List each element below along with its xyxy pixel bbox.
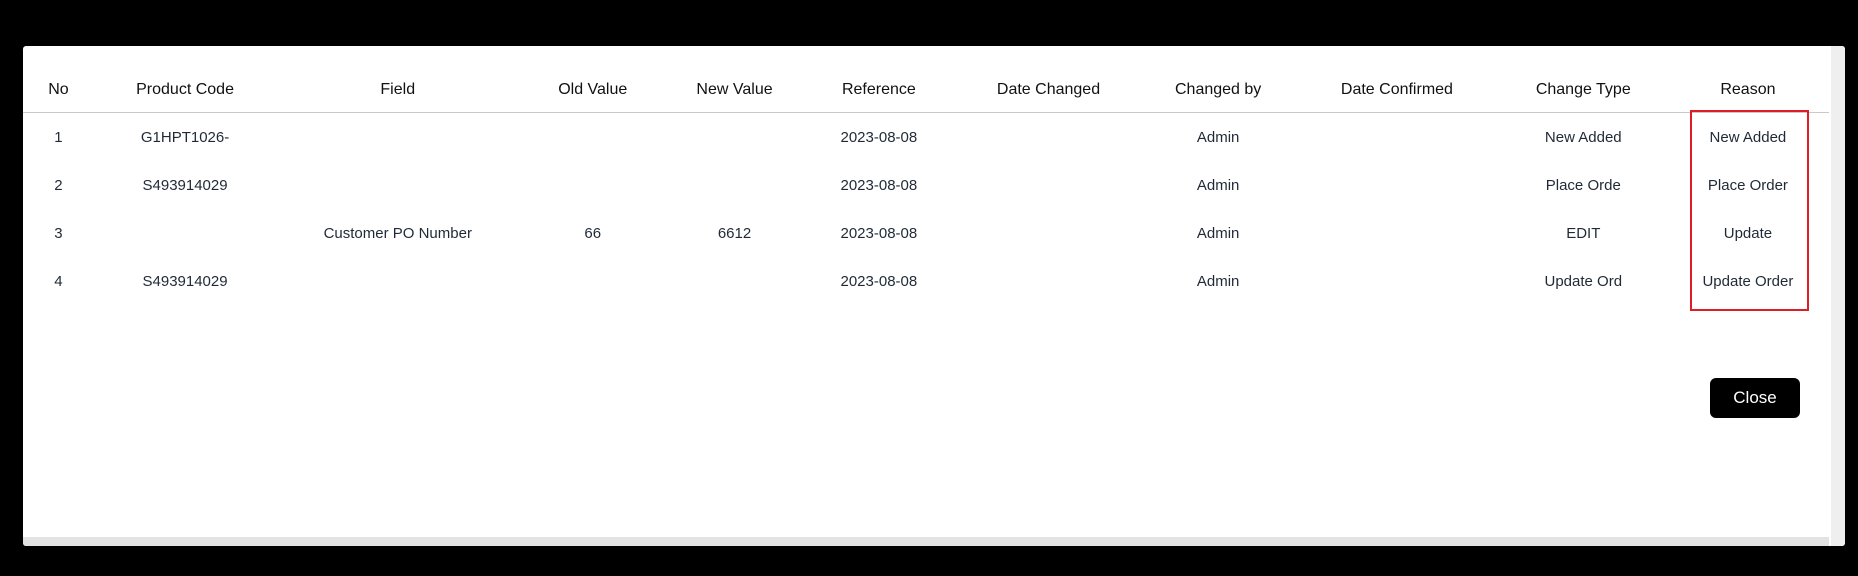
cell-changed-by: Admin: [1196, 176, 1240, 194]
change-history-modal: No Product Code Field Old Value New Valu…: [23, 46, 1845, 546]
cell-field: [276, 257, 519, 305]
cell-date-changed: [955, 209, 1142, 257]
header-reason: Reason: [1666, 68, 1829, 113]
cell-new-value: 6612: [717, 224, 752, 242]
cell-old-value: [519, 113, 666, 162]
header-date-confirmed: Date Confirmed: [1294, 68, 1500, 113]
header-reference: Reference: [802, 68, 955, 113]
cell-change-type: EDIT: [1566, 224, 1601, 242]
cell-new-value: [666, 257, 803, 305]
cell-old-value: [519, 257, 666, 305]
cell-new-value: [666, 161, 803, 209]
cell-field: [276, 113, 519, 162]
cell-no: 3: [54, 224, 63, 242]
cell-date-confirmed: [1294, 257, 1500, 305]
cell-no: 1: [54, 128, 63, 146]
cell-reason: Place Order: [1707, 176, 1788, 194]
table-row: 2 S493914029 2023-08-08 Admin Place Orde…: [23, 161, 1829, 209]
cell-reference: 2023-08-08: [840, 128, 918, 146]
header-change-type: Change Type: [1499, 68, 1667, 113]
cell-field: Customer PO Number: [323, 224, 472, 242]
table-header-row: No Product Code Field Old Value New Valu…: [23, 68, 1829, 113]
cell-date-confirmed: [1294, 113, 1500, 162]
cell-product-code: G1HPT1026-: [140, 128, 230, 146]
header-field: Field: [276, 68, 520, 113]
cell-product-code: [94, 209, 276, 257]
cell-changed-by: Admin: [1196, 272, 1240, 290]
header-product-code: Product Code: [93, 68, 277, 113]
cell-change-type: New Added: [1544, 128, 1622, 146]
vertical-scrollbar[interactable]: [1831, 46, 1845, 546]
change-history-table: No Product Code Field Old Value New Valu…: [23, 68, 1829, 305]
close-button[interactable]: Close: [1710, 378, 1800, 418]
cell-reason: Update Order: [1702, 272, 1794, 290]
cell-product-code: S493914029: [142, 176, 228, 194]
cell-change-type: Update Ord: [1544, 272, 1623, 290]
cell-product-code: S493914029: [142, 272, 228, 290]
table-row: 3 Customer PO Number 66 6612 2023-08-08 …: [23, 209, 1829, 257]
table-row: 4 S493914029 2023-08-08 Admin Update Ord…: [23, 257, 1829, 305]
cell-no: 2: [54, 176, 63, 194]
cell-old-value: 66: [584, 224, 602, 242]
cell-date-changed: [955, 161, 1142, 209]
cell-reference: 2023-08-08: [840, 176, 918, 194]
header-date-changed: Date Changed: [954, 68, 1143, 113]
cell-date-confirmed: [1294, 209, 1500, 257]
cell-old-value: [519, 161, 666, 209]
horizontal-scrollbar[interactable]: [23, 537, 1829, 546]
cell-reference: 2023-08-08: [840, 224, 918, 242]
cell-field: [276, 161, 519, 209]
cell-reason: Update: [1723, 224, 1773, 242]
cell-date-changed: [955, 113, 1142, 162]
header-no: No: [23, 68, 94, 113]
header-new-value: New Value: [666, 68, 803, 113]
cell-change-type: Place Orde: [1545, 176, 1621, 194]
cell-changed-by: Admin: [1196, 128, 1240, 146]
header-old-value: Old Value: [519, 68, 667, 113]
cell-date-confirmed: [1294, 161, 1500, 209]
cell-new-value: [666, 113, 803, 162]
cell-date-changed: [955, 257, 1142, 305]
cell-no: 4: [54, 272, 63, 290]
cell-reference: 2023-08-08: [840, 272, 918, 290]
cell-reason: New Added: [1709, 128, 1787, 146]
header-changed-by: Changed by: [1142, 68, 1295, 113]
table-row: 1 G1HPT1026- 2023-08-08 Admin New Added …: [23, 113, 1829, 162]
cell-changed-by: Admin: [1196, 224, 1240, 242]
